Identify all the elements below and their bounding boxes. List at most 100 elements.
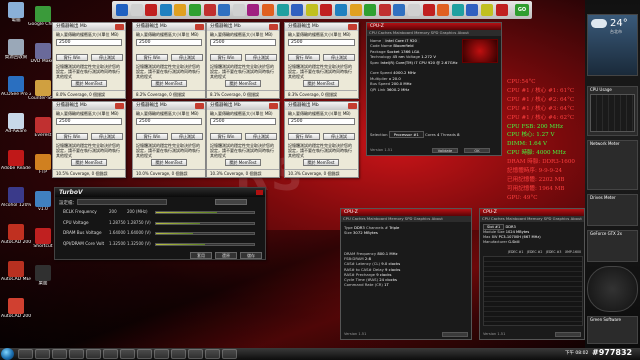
buffer-size-input[interactable]: 2500 <box>136 118 202 125</box>
cpuz-tabs[interactable]: CPU Caches Mainboard Memory SPD Graphics… <box>480 216 584 222</box>
ok-button[interactable] <box>442 332 468 337</box>
quick-launch-icon[interactable] <box>276 4 289 16</box>
desktop-icon[interactable]: 資源回收筒 <box>1 39 31 69</box>
about-button[interactable]: 關於 MemTest <box>71 80 107 87</box>
quick-launch-icon[interactable] <box>130 4 143 16</box>
start-test-button[interactable]: 實行 Win <box>288 133 320 140</box>
quick-launch-icon[interactable] <box>218 4 231 16</box>
quick-launch-icon[interactable] <box>232 4 245 16</box>
turbov-slider-track[interactable] <box>155 211 255 214</box>
about-button[interactable]: 關於 MemTest <box>303 80 339 87</box>
start-test-button[interactable]: 實行 Win <box>288 54 320 61</box>
taskbar-app-button[interactable] <box>120 349 135 359</box>
start-test-button[interactable]: 實行 Win <box>56 54 88 61</box>
taskbar-app-button[interactable] <box>86 349 101 359</box>
close-icon[interactable] <box>348 103 357 109</box>
turbov-slider-track[interactable] <box>155 242 255 246</box>
stop-test-button[interactable]: 停止測試 <box>171 133 203 140</box>
cpuz-tabs[interactable]: CPU Caches Mainboard Memory SPD Graphics… <box>341 216 471 222</box>
apply-button[interactable]: 套用 <box>190 252 212 259</box>
close-icon[interactable] <box>269 24 278 30</box>
stop-test-button[interactable]: 停止測試 <box>323 54 355 61</box>
start-test-button[interactable]: 實行 Win <box>210 54 242 61</box>
cpuz-tabs[interactable]: CPU Caches Mainboard Memory SPD Graphics… <box>367 30 501 36</box>
network-meter-gadget[interactable]: Network Meter <box>587 140 638 190</box>
taskbar-app-button[interactable] <box>18 349 33 359</box>
quick-launch-icon[interactable] <box>408 4 420 16</box>
taskbar-app-button[interactable] <box>205 349 220 359</box>
profile-select[interactable] <box>77 199 167 205</box>
quick-launch-icon[interactable] <box>320 4 333 16</box>
ok-button[interactable]: OK <box>464 148 490 153</box>
geforce-gadget[interactable]: GeForce GTX 2x <box>587 230 638 262</box>
close-icon[interactable] <box>195 103 204 109</box>
desktop-icon[interactable]: AutoCAD 2008 <box>1 298 31 328</box>
buffer-size-input[interactable]: 2500 <box>288 39 355 46</box>
weather-gadget[interactable]: 24° 台北市 <box>587 14 638 76</box>
start-test-button[interactable]: 實行 Win <box>210 133 242 140</box>
close-icon[interactable] <box>256 190 263 195</box>
about-button[interactable]: 關於 MemTest <box>151 80 187 87</box>
desktop-icon[interactable]: ACDSee Pro 2.5 <box>1 76 31 106</box>
quick-launch-icon[interactable] <box>481 4 493 16</box>
about-button[interactable]: 關於 MemTest <box>151 159 187 166</box>
turbov-slider-track[interactable] <box>155 232 255 235</box>
close-icon[interactable] <box>348 24 357 30</box>
quick-launch-icon[interactable] <box>262 4 274 16</box>
quick-launch-icon[interactable] <box>159 4 172 16</box>
close-icon[interactable] <box>195 24 204 30</box>
stop-test-button[interactable]: 停止測試 <box>323 133 355 140</box>
quick-launch-icon[interactable] <box>247 4 260 16</box>
taskbar-app-button[interactable] <box>137 349 152 359</box>
quick-launch-icon[interactable] <box>145 4 158 16</box>
desktop-icon[interactable]: Ad-Aware <box>1 113 31 143</box>
stop-test-button[interactable]: 停止測試 <box>171 54 203 61</box>
taskbar-app-button[interactable] <box>35 349 50 359</box>
taskbar-app-button[interactable] <box>154 349 169 359</box>
taskbar-app-button[interactable] <box>69 349 84 359</box>
desktop-icon[interactable]: AutoCAD 2008 <box>1 224 31 254</box>
desktop-icon[interactable]: AutoCAD MEP 2009 <box>1 261 31 291</box>
gauge-gadget[interactable] <box>587 266 638 312</box>
taskbar-app-button[interactable] <box>103 349 118 359</box>
quick-launch-icon[interactable] <box>422 4 435 16</box>
taskbar-clock[interactable]: 下午 08:02 <box>565 350 588 356</box>
quick-launch-icon[interactable] <box>203 4 216 16</box>
stop-test-button[interactable]: 停止測試 <box>245 133 277 140</box>
stop-test-button[interactable]: 停止測試 <box>91 54 123 61</box>
stop-test-button[interactable]: 停止測試 <box>245 54 277 61</box>
desktop-icon[interactable]: 電腦 <box>1 2 31 32</box>
close-icon[interactable] <box>269 103 278 109</box>
quick-launch-icon[interactable] <box>466 4 479 16</box>
start-test-button[interactable]: 實行 Win <box>56 133 88 140</box>
drives-meter-gadget[interactable]: Drives Meter <box>587 194 638 226</box>
quick-launch-icon[interactable] <box>189 4 201 16</box>
about-button[interactable]: 關於 MemTest <box>303 159 339 166</box>
desktop-icon[interactable]: 桌面 <box>28 265 58 295</box>
start-test-button[interactable]: 實行 Win <box>136 54 168 61</box>
quick-launch-icon[interactable] <box>451 4 464 16</box>
about-button[interactable]: 關於 MemTest <box>71 159 107 166</box>
start-button[interactable] <box>1 348 14 360</box>
go-button[interactable]: GO <box>515 4 529 16</box>
desktop-icon[interactable]: Adobe Reader 9 <box>1 150 31 180</box>
taskbar-app-button[interactable] <box>222 349 237 359</box>
quick-launch-icon[interactable] <box>291 4 304 16</box>
quick-launch-icon[interactable] <box>335 4 347 16</box>
green-software-gadget[interactable]: Green Software <box>587 316 638 344</box>
cpu-usage-gadget[interactable]: CPU Usage <box>587 86 638 136</box>
about-button[interactable]: 關於 MemTest <box>225 80 261 87</box>
buffer-size-input[interactable]: 2500 <box>288 118 355 125</box>
save-button[interactable]: 儲存 <box>240 252 262 259</box>
close-icon[interactable] <box>115 103 124 109</box>
quick-launch-icon[interactable] <box>305 4 318 16</box>
quick-launch-icon[interactable] <box>116 4 128 16</box>
quick-launch-icon[interactable] <box>364 4 377 16</box>
quick-launch-icon[interactable] <box>378 4 391 16</box>
quick-launch-icon[interactable] <box>349 4 362 16</box>
start-test-button[interactable]: 實行 Win <box>136 133 168 140</box>
buffer-size-input[interactable]: 2500 <box>210 39 276 46</box>
taskbar-app-button[interactable] <box>188 349 203 359</box>
taskbar-app-button[interactable] <box>171 349 186 359</box>
taskbar-app-button[interactable] <box>52 349 67 359</box>
